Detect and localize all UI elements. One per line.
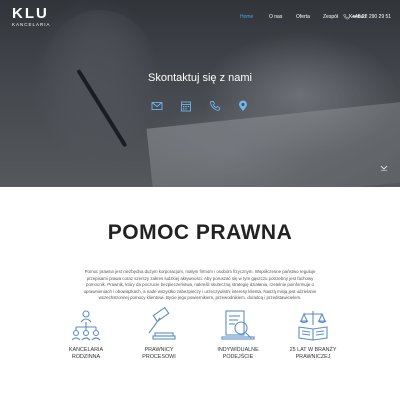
hero-contact-icons — [0, 100, 400, 114]
feature-25-years[interactable]: 25 LAT W BRANŻY PRAWNICZEJ — [278, 307, 348, 361]
feature-label: 25 LAT W BRANŻY PRAWNICZEJ — [289, 347, 337, 360]
scales-book-icon — [298, 311, 328, 341]
feature-label: KANCELARIA RODZINNA — [68, 347, 104, 360]
feature-trial-lawyers[interactable]: PRAWNICY PROCESOWI — [124, 307, 194, 361]
envelope-icon[interactable] — [151, 100, 163, 112]
nav-home[interactable]: Home — [240, 14, 253, 20]
phone-number: +48 22 290 29 51 — [352, 14, 392, 20]
family-tree-icon — [71, 310, 101, 341]
nav-offer[interactable]: Oferta — [296, 14, 310, 20]
hero-overlay — [0, 0, 400, 187]
nav-team[interactable]: Zespół — [323, 14, 338, 20]
location-pin-icon[interactable] — [237, 100, 249, 112]
site-logo[interactable]: KLU KANCELARIA — [12, 6, 51, 27]
hero-section: KLU KANCELARIA Home O nas Oferta Zespół … — [0, 0, 400, 187]
calendar-icon[interactable] — [180, 100, 192, 112]
magnifier-document-icon — [221, 310, 255, 340]
feature-family-law[interactable]: KANCELARIA RODZINNA — [51, 307, 121, 361]
nav-about[interactable]: O nas — [269, 14, 282, 20]
logo-subtitle: KANCELARIA — [12, 22, 51, 27]
gavel-icon — [148, 307, 176, 340]
phone-icon[interactable] — [209, 100, 221, 112]
intro-paragraph: Pomoc prawna jest niezbędna dużym korpor… — [83, 269, 317, 301]
feature-individual-approach[interactable]: INDYWIDUALNE PODEJŚCIE — [203, 307, 273, 361]
feature-label: INDYWIDUALNE PODEJŚCIE — [217, 347, 259, 360]
scroll-down-icon[interactable] — [380, 165, 388, 171]
section-title: POMOC PRAWNA — [107, 221, 293, 244]
header-phone[interactable]: +48 22 290 29 51 — [343, 14, 391, 20]
hero-title: Skontaktuj się z nami — [148, 72, 252, 84]
logo-mark: KLU — [12, 5, 49, 22]
feature-label: PRAWNICY PROCESOWI — [142, 347, 176, 360]
phone-icon — [343, 14, 349, 20]
